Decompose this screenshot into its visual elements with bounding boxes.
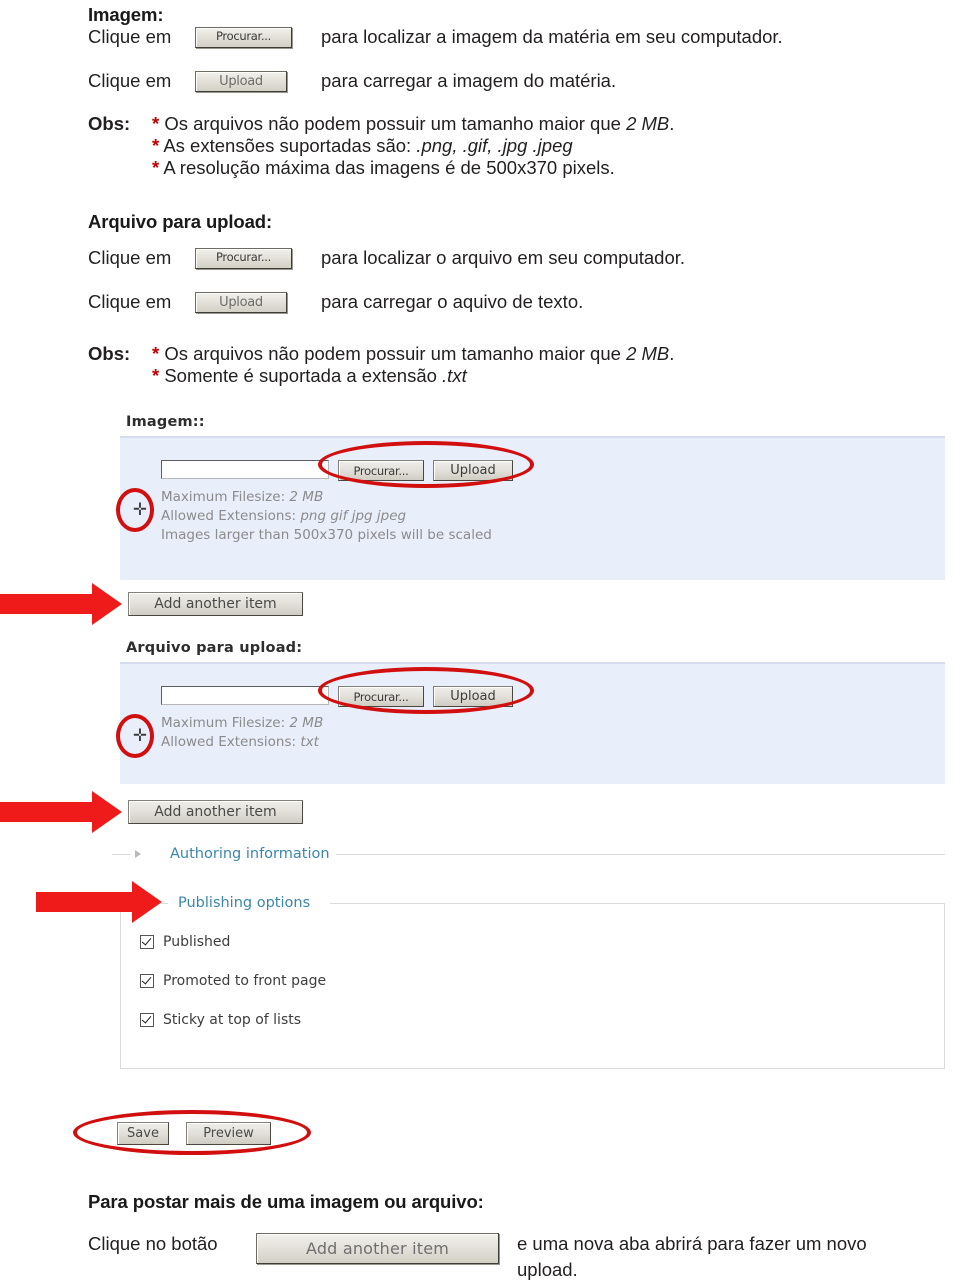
image-hint-filesize: Maximum Filesize: 2 MB (161, 489, 324, 505)
file-path-input[interactable] (161, 686, 329, 705)
image-browse-instruction-row: Clique em Procurar... para localizar a i… (88, 24, 948, 50)
published-checkbox[interactable] (140, 935, 154, 949)
obs-item: * As extensões suportadas são: .png, .gi… (152, 135, 952, 157)
obs-item: * A resolução máxima das imagens é de 50… (152, 157, 952, 179)
file-hint-filesize: Maximum Filesize: 2 MB (161, 715, 324, 731)
file-upload-suffix: para carregar o aquivo de texto. (321, 290, 584, 312)
add-another-item-button-2[interactable]: Add another item (128, 800, 303, 824)
file-panel-label: Arquivo para upload: (126, 640, 303, 656)
procurar-button-inline-image[interactable]: Procurar... (195, 26, 292, 48)
file-obs-list: * Os arquivos não podem possuir um taman… (152, 343, 952, 387)
bullet-asterisk: * (152, 113, 160, 134)
annotation-ellipse-image-buttons (318, 441, 534, 488)
sticky-label: Sticky at top of lists (163, 1012, 302, 1028)
checkbox-row-sticky[interactable]: Sticky at top of lists (140, 1012, 301, 1028)
file-upload-instruction-row: Clique em Upload para carregar o aquivo … (88, 289, 948, 315)
add-another-item-button-inline[interactable]: Add another item (256, 1233, 499, 1264)
authoring-rule-left (112, 854, 130, 855)
authoring-rule-right (336, 854, 945, 855)
file-browse-instruction-row: Clique em Procurar... para localizar o a… (88, 245, 948, 271)
obs-text: A resolução máxima das imagens é de 500x… (163, 157, 615, 178)
obs-emphasis: 2 MB (626, 113, 670, 134)
browse-instruction-suffix: para localizar a imagem da matéria em se… (321, 25, 783, 47)
image-upload-panel: ✛ Procurar... Upload Maximum Filesize: 2… (120, 436, 945, 580)
image-file-path-input[interactable] (161, 460, 329, 479)
sticky-at-top-checkbox[interactable] (140, 1013, 154, 1027)
image-hint-scaling: Images larger than 500x370 pixels will b… (161, 527, 492, 543)
bullet-asterisk: * (152, 135, 160, 156)
annotation-arrow-add-item-1 (0, 583, 122, 625)
embedded-screenshot: Imagem:: ✛ Procurar... Upload Maximum Fi… (0, 400, 960, 1170)
obs-item: * Os arquivos não podem possuir um taman… (152, 343, 952, 365)
obs-text: Somente é suportada a extensão (164, 365, 443, 386)
obs-item: * Os arquivos não podem possuir um taman… (152, 113, 952, 135)
file-browse-prefix: Clique em (88, 246, 172, 268)
upload-button-inline-image[interactable]: Upload (195, 70, 287, 92)
publishing-options-group[interactable]: Publishing options (172, 895, 317, 911)
published-label: Published (163, 934, 231, 950)
bullet-asterisk: * (152, 343, 160, 364)
obs-text: Os arquivos não podem possuir um tamanho… (164, 343, 627, 364)
obs-emphasis: 2 MB (626, 343, 670, 364)
authoring-information-group[interactable]: Authoring information (170, 846, 330, 862)
add-another-item-button-1[interactable]: Add another item (128, 592, 303, 616)
obs-text-after: . (669, 113, 675, 134)
upload-instruction-prefix: Clique em (88, 69, 172, 91)
checkbox-row-published[interactable]: Published (140, 934, 230, 950)
obs-text-after: . (669, 343, 675, 364)
annotation-ellipse-image-drag-handle (116, 488, 154, 532)
file-obs-label: Obs: (88, 343, 131, 364)
upload-button-inline-file[interactable]: Upload (195, 291, 287, 313)
footer-prefix: Clique no botão (88, 1233, 218, 1254)
footer-instruction-row: Clique no botão Add another item e uma n… (88, 1231, 958, 1283)
procurar-button-inline-file[interactable]: Procurar... (195, 247, 292, 269)
annotation-arrow-add-item-2 (0, 791, 122, 833)
obs-emphasis: .txt (442, 365, 467, 386)
obs-text: Os arquivos não podem possuir um tamanho… (164, 113, 627, 134)
annotation-ellipse-save-preview (73, 1110, 311, 1155)
image-obs-list: * Os arquivos não podem possuir um taman… (152, 113, 952, 179)
file-browse-suffix: para localizar o arquivo em seu computad… (321, 246, 686, 268)
image-obs-label: Obs: (88, 113, 131, 134)
annotation-ellipse-file-buttons (318, 667, 534, 714)
image-hint-extensions: Allowed Extensions: png gif jpg jpeg (161, 508, 407, 524)
obs-text: As extensões suportadas são: (163, 135, 417, 156)
publishing-rule-right (330, 903, 945, 904)
chevron-right-icon[interactable] (135, 850, 141, 858)
annotation-arrow-publishing-options (36, 881, 162, 923)
footer-title: Para postar mais de uma imagem ou arquiv… (88, 1191, 484, 1212)
image-section-title: Imagem: (88, 4, 164, 25)
browse-instruction-prefix: Clique em (88, 25, 172, 47)
bullet-asterisk: * (152, 365, 160, 386)
file-hint-extensions: Allowed Extensions: txt (161, 734, 319, 750)
file-section-title: Arquivo para upload: (88, 211, 273, 232)
file-upload-prefix: Clique em (88, 290, 172, 312)
promoted-to-front-page-checkbox[interactable] (140, 974, 154, 988)
promoted-label: Promoted to front page (163, 973, 327, 989)
obs-emphasis: .png, .gif, .jpg .jpeg (416, 135, 573, 156)
obs-item: * Somente é suportada a extensão .txt (152, 365, 952, 387)
bullet-asterisk: * (152, 157, 160, 178)
checkbox-row-promoted[interactable]: Promoted to front page (140, 973, 326, 989)
image-panel-label: Imagem:: (126, 414, 205, 430)
image-upload-instruction-row: Clique em Upload para carregar a imagem … (88, 68, 948, 94)
footer-suffix: e uma nova aba abrirá para fazer um novo… (517, 1233, 867, 1280)
file-upload-panel: ✛ Procurar... Upload Maximum Filesize: 2… (120, 662, 945, 784)
annotation-ellipse-file-drag-handle (116, 714, 154, 758)
upload-instruction-suffix: para carregar a imagem do matéria. (321, 69, 617, 91)
